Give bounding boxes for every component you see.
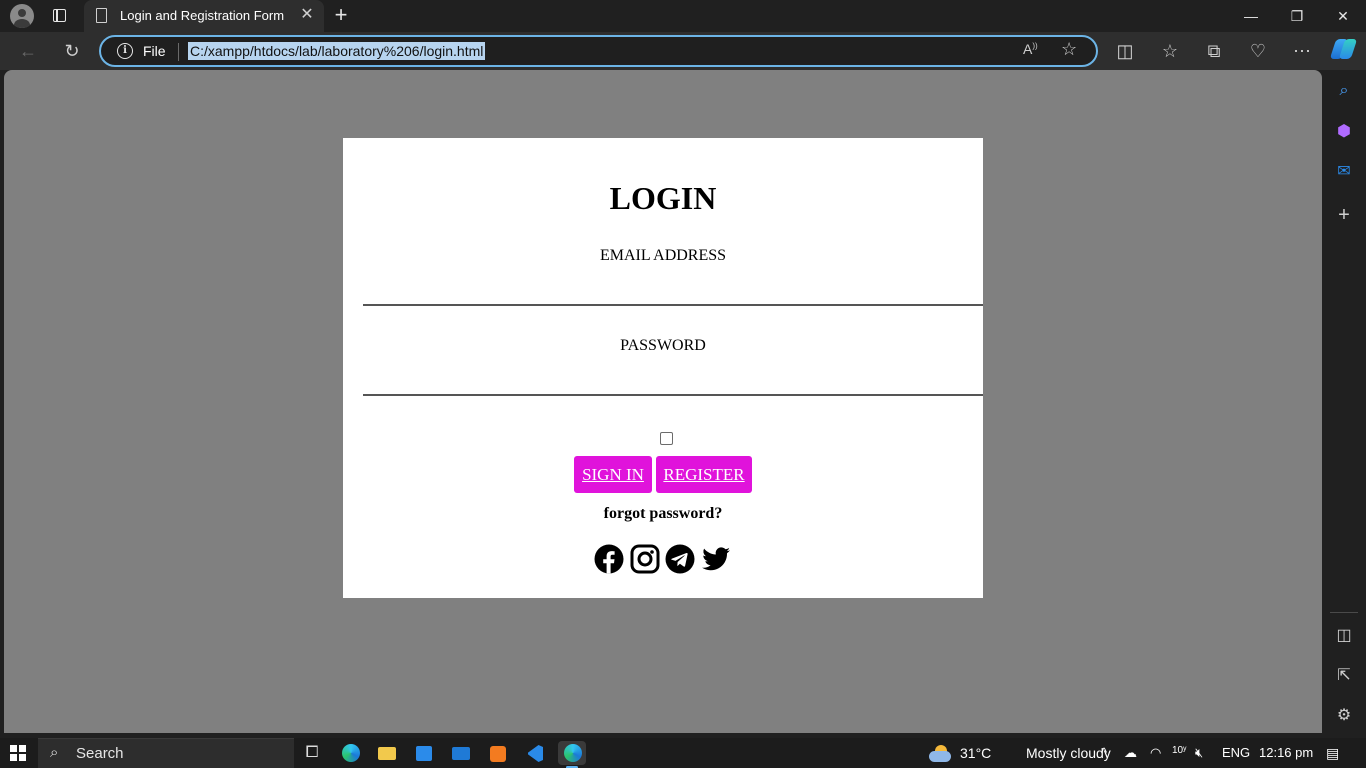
mail-icon[interactable] <box>447 741 475 765</box>
hide-sidebar-icon[interactable]: ◫ <box>1333 625 1355 647</box>
open-external-icon[interactable]: ⇱ <box>1333 665 1355 687</box>
tab-close-icon[interactable]: ✕ <box>298 6 316 24</box>
sidebar-divider <box>1330 612 1358 613</box>
read-aloud-icon[interactable]: A)) <box>1023 41 1038 57</box>
email-input[interactable] <box>363 278 983 306</box>
page-icon <box>96 8 107 23</box>
address-separator <box>178 43 179 61</box>
minimize-button[interactable]: — <box>1228 0 1274 32</box>
browser-essentials-icon[interactable]: ♡ <box>1243 36 1273 66</box>
collections-icon[interactable]: ⧉ <box>1199 36 1229 66</box>
copilot-sidebar-icon[interactable]: ⬢ <box>1333 121 1355 143</box>
address-url[interactable]: C:/xampp/htdocs/lab/laboratory%206/login… <box>188 42 486 60</box>
edge-active-icon[interactable] <box>558 741 586 768</box>
password-input[interactable] <box>363 368 983 396</box>
back-button[interactable]: ← <box>13 36 43 66</box>
wifi-icon[interactable]: ◠ <box>1150 745 1161 761</box>
close-window-button[interactable]: ✕ <box>1320 0 1366 32</box>
notifications-icon[interactable]: ▤ <box>1326 745 1339 762</box>
twitter-icon[interactable] <box>701 544 731 574</box>
refresh-button[interactable]: ↻ <box>57 36 87 66</box>
password-label: PASSWORD <box>620 337 706 354</box>
site-info-icon[interactable]: i <box>117 43 133 59</box>
favorites-icon[interactable]: ☆ <box>1155 36 1185 66</box>
windows-start-icon[interactable] <box>10 745 26 761</box>
edge-sidebar: ⌕ ⬢ ✉ + ◫ ⇱ ⚙ <box>1322 70 1366 733</box>
tab-title: Login and Registration Form <box>120 8 285 23</box>
network-status-icon[interactable]: 10ʸ <box>1172 745 1186 756</box>
clock-time[interactable]: 12:16 pm <box>1259 745 1313 760</box>
outlook-icon[interactable]: ✉ <box>1333 161 1355 183</box>
tab-actions-icon[interactable] <box>48 6 72 26</box>
sign-in-button[interactable]: SIGN IN <box>574 456 652 493</box>
login-heading: LOGIN <box>609 180 717 216</box>
show-hidden-icons-icon[interactable]: ^ <box>1101 745 1107 760</box>
cloud-sync-icon[interactable]: ☁ <box>1124 745 1137 761</box>
weather-cloud-icon[interactable] <box>926 741 954 765</box>
instagram-icon[interactable] <box>630 544 660 574</box>
volume-muted-icon[interactable]: 🔇︎ <box>1195 745 1203 761</box>
profile-avatar-icon[interactable] <box>10 4 34 28</box>
language-indicator[interactable]: ENG <box>1222 745 1250 760</box>
restore-button[interactable]: ❐ <box>1274 0 1320 32</box>
login-card: LOGIN EMAIL ADDRESS PASSWORD SIGN IN REG… <box>343 138 983 598</box>
title-bar: Login and Registration Form ✕ + — ❐ ✕ <box>0 0 1366 32</box>
xampp-icon[interactable] <box>484 741 512 765</box>
facebook-icon[interactable] <box>594 544 624 574</box>
microsoft-store-icon[interactable] <box>410 741 438 765</box>
settings-more-icon[interactable]: ⋯ <box>1287 36 1317 66</box>
remember-checkbox[interactable] <box>660 432 673 445</box>
sidebar-settings-icon[interactable]: ⚙ <box>1333 705 1355 727</box>
taskbar-search-label: Search <box>76 745 124 762</box>
copilot-icon[interactable] <box>1329 36 1358 62</box>
page-viewport: LOGIN EMAIL ADDRESS PASSWORD SIGN IN REG… <box>4 70 1322 733</box>
edge-icon[interactable] <box>336 741 364 765</box>
taskbar-search[interactable]: ⌕ Search <box>38 738 294 768</box>
search-icon[interactable]: ⌕ <box>1333 80 1355 102</box>
forgot-password-link[interactable]: forgot password? <box>343 505 983 523</box>
weather-description: Mostly cloudy <box>1026 745 1111 761</box>
windows-taskbar: ⌕ Search ⧠ 31°C Mostly cloudy ^ ☁ ◠ 10ʸ … <box>0 738 1366 768</box>
new-tab-button[interactable]: + <box>330 4 352 26</box>
weather-temperature: 31°C <box>960 745 992 761</box>
browser-tab[interactable]: Login and Registration Form ✕ <box>84 0 324 32</box>
address-scheme: File <box>143 43 166 59</box>
file-explorer-icon[interactable] <box>373 741 401 765</box>
address-bar[interactable]: i File C:/xampp/htdocs/lab/laboratory%20… <box>99 35 1098 67</box>
register-button[interactable]: REGISTER <box>656 456 752 493</box>
email-label: EMAIL ADDRESS <box>599 247 727 264</box>
task-view-icon[interactable]: ⧠ <box>298 741 326 765</box>
search-glass-icon: ⌕ <box>50 744 59 761</box>
split-screen-icon[interactable]: ◫ <box>1110 36 1140 66</box>
add-favorite-icon[interactable]: ☆ <box>1061 39 1077 60</box>
telegram-icon[interactable] <box>665 544 695 574</box>
vscode-icon[interactable] <box>521 741 549 765</box>
add-sidebar-app-icon[interactable]: + <box>1333 204 1355 226</box>
browser-toolbar: ← ↻ i File C:/xampp/htdocs/lab/laborator… <box>0 32 1366 70</box>
